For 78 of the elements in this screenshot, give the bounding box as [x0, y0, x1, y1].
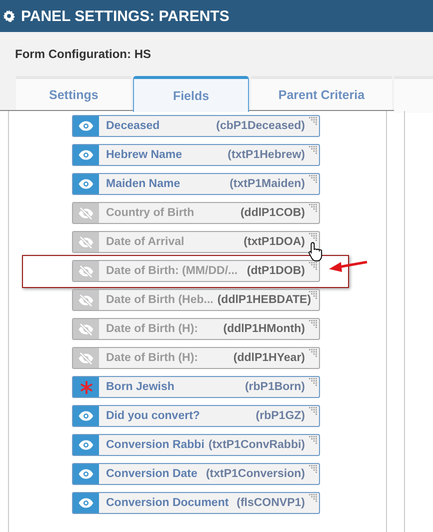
field-item[interactable]: Date of Arrival (txtP1DOA) — [72, 231, 320, 253]
tab[interactable]: Settings — [16, 76, 132, 110]
drag-handle-icon[interactable] — [309, 320, 317, 328]
field-code: (cbP1Deceased) — [216, 120, 305, 132]
drag-handle-icon[interactable] — [309, 146, 317, 154]
drag-handle-icon[interactable] — [309, 117, 317, 125]
field-label: Date of Birth (H): — [106, 323, 199, 335]
field-code: (ddlP1COB) — [240, 207, 305, 219]
asterisk-icon — [80, 380, 92, 394]
field-code: (txtP1Conversion) — [206, 468, 305, 480]
drag-handle-icon[interactable] — [309, 175, 317, 183]
field-item[interactable]: Date of Birth (Heb... (ddlP1HEBDATE) — [72, 289, 320, 311]
field-code: (ddlP1HMonth) — [223, 323, 305, 335]
drag-handle-icon[interactable] — [309, 436, 317, 444]
eye-icon — [78, 178, 94, 190]
field-label: Date of Birth (H): — [106, 352, 199, 364]
drag-handle-icon[interactable] — [309, 204, 317, 212]
field-item[interactable]: Country of Birth (ddlP1COB) — [72, 202, 320, 224]
field-item[interactable]: Born Jewish (rbP1Born) — [72, 376, 320, 398]
field-item[interactable]: Did you convert? (rbP1GZ) — [72, 405, 320, 427]
field-code: (txtP1Maiden) — [230, 178, 305, 190]
eye-icon — [78, 439, 94, 451]
drag-handle-icon[interactable] — [309, 407, 317, 415]
drag-handle-icon[interactable] — [309, 349, 317, 357]
tab[interactable]: Parent Criteria — [250, 76, 392, 110]
settings-icon — [3, 10, 15, 22]
field-label: Did you convert? — [106, 410, 201, 422]
arrow-icon — [329, 258, 369, 274]
drag-handle-icon[interactable] — [309, 494, 317, 502]
field-code: (flsCONVP1) — [236, 497, 305, 509]
eye-slash-icon — [78, 264, 94, 278]
eye-slash-icon — [78, 236, 94, 248]
field-code: (dtP1DOB) — [246, 265, 305, 277]
field-label: Country of Birth — [106, 207, 196, 219]
field-label: Maiden Name — [106, 178, 182, 190]
eye-slash-icon — [78, 206, 94, 220]
field-item[interactable]: Date of Birth (H): (ddlP1HYear) — [72, 347, 320, 369]
eye-icon — [78, 149, 94, 161]
eye-icon — [78, 120, 94, 132]
eye-icon — [78, 410, 94, 422]
eye-icon — [78, 468, 94, 480]
eye-slash-icon — [78, 294, 94, 306]
field-label: Conversion Rabbi — [106, 439, 205, 451]
field-code: (rbP1Born) — [244, 381, 305, 393]
field-code: (ddlP1HYear) — [233, 352, 305, 364]
field-label: Date of Arrival — [106, 236, 186, 248]
field-label: Deceased — [106, 120, 161, 132]
field-item[interactable]: Conversion Date (txtP1Conversion) — [72, 463, 320, 485]
form-configuration-label: Form Configuration: HS — [15, 47, 151, 61]
tab[interactable]: Fields — [133, 76, 249, 112]
field-code: (ddlP1HEBDATE) — [217, 294, 312, 306]
eye-icon — [78, 497, 94, 509]
eye-slash-icon — [78, 322, 94, 336]
field-item[interactable]: Conversion Rabbi (txtP1ConvRabbi) — [72, 434, 320, 456]
drag-handle-icon[interactable] — [309, 262, 317, 270]
field-label: Date of Birth (Heb... — [106, 294, 214, 306]
field-label: Conversion Document — [106, 497, 230, 509]
field-item[interactable]: Hebrew Name (txtP1Hebrew) — [72, 144, 320, 166]
drag-handle-icon[interactable] — [309, 291, 317, 299]
drag-handle-icon[interactable] — [309, 465, 317, 473]
field-item[interactable]: Date of Birth (H): (ddlP1HMonth) — [72, 318, 320, 340]
field-label: Born Jewish — [106, 381, 176, 393]
drag-handle-icon[interactable] — [309, 378, 317, 386]
field-code: (rbP1GZ) — [256, 410, 305, 422]
field-code: (txtP1DOA) — [244, 236, 305, 248]
field-code: (txtP1ConvRabbi) — [208, 439, 305, 451]
field-label: Hebrew Name — [106, 149, 184, 161]
field-label: Conversion Date — [106, 468, 198, 480]
panel-title: PANEL SETTINGS: PARENTS — [21, 8, 230, 24]
field-code: (txtP1Hebrew) — [228, 149, 305, 161]
field-item[interactable]: Conversion Document (flsCONVP1) — [72, 492, 320, 514]
field-item[interactable]: Date of Birth: (MM/DD/... (dtP1DOB) — [72, 260, 320, 282]
eye-slash-icon — [78, 352, 94, 364]
field-item[interactable]: Maiden Name (txtP1Maiden) — [72, 173, 320, 195]
drag-handle-icon[interactable] — [309, 233, 317, 241]
field-label: Date of Birth: (MM/DD/... — [106, 265, 239, 277]
hand-cursor-icon — [308, 241, 323, 262]
field-item[interactable]: Deceased (cbP1Deceased) — [72, 115, 320, 137]
